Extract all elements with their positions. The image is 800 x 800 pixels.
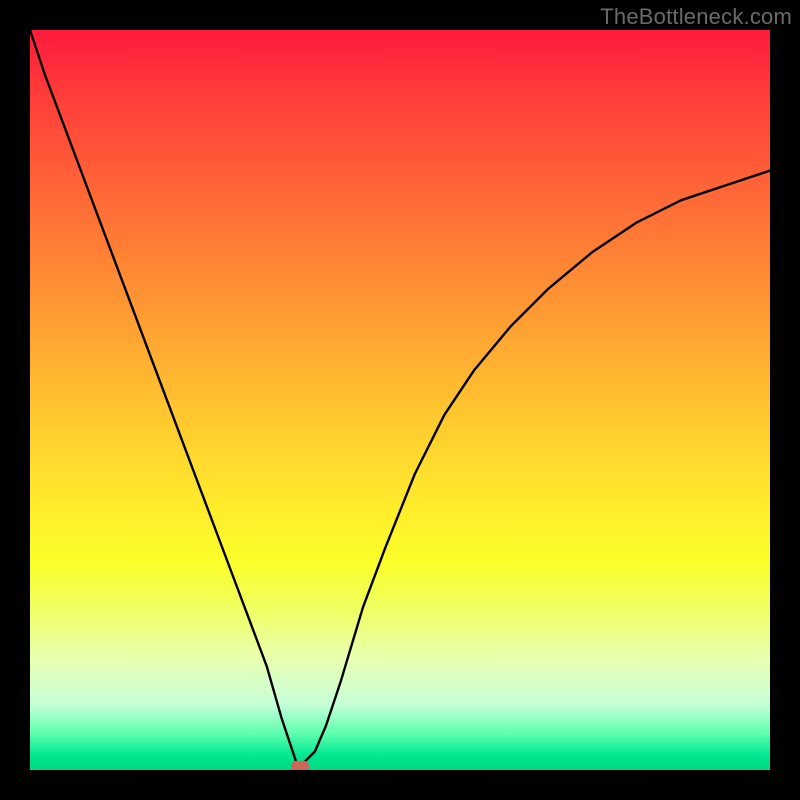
watermark-text: TheBottleneck.com — [600, 4, 792, 30]
minimum-marker — [291, 761, 309, 770]
plot-area — [30, 30, 770, 770]
chart-frame: TheBottleneck.com — [0, 0, 800, 800]
bottleneck-curve — [30, 30, 770, 766]
curve-svg — [30, 30, 770, 770]
